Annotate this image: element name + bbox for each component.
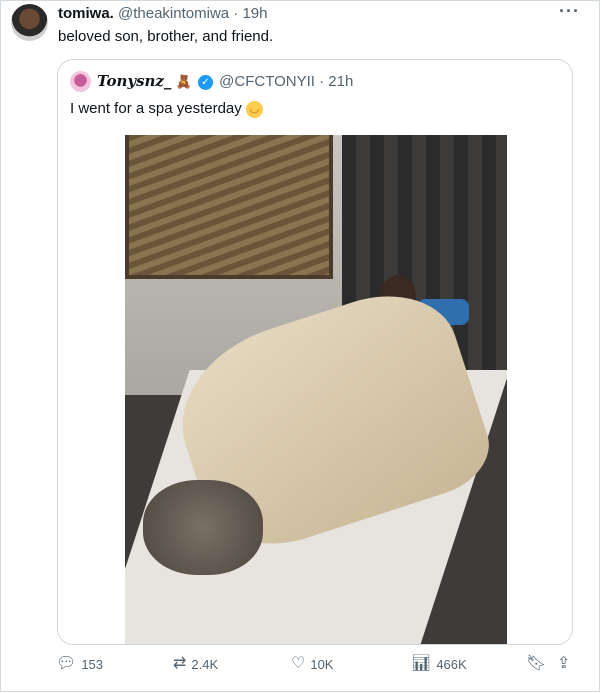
more-icon[interactable]: ··· [559, 1, 580, 22]
quote-text-row: I went for a spa yesterday ◡ [70, 100, 263, 118]
bookmark-button[interactable]: 🔖︎ [526, 656, 546, 672]
retweet-button[interactable]: ⇄ 2.4K [173, 656, 218, 672]
author-avatar[interactable] [11, 4, 48, 41]
like-count: 10K [310, 656, 334, 672]
like-button[interactable]: ♡ 10K [291, 656, 333, 672]
quote-header: Tonysnz_ 🧸 ✓ @CFCTONYII · 21h [97, 72, 354, 90]
view-count: 466K [436, 656, 467, 672]
tweet-header: tomiwa. @theakintomiwa · 19h [58, 5, 268, 22]
verified-icon: ✓ [197, 74, 213, 90]
reply-button[interactable]: 💬︎ 153 [56, 656, 103, 672]
share-icon: ⇪ [557, 655, 571, 672]
author-name[interactable]: tomiwa. [58, 5, 114, 22]
quote-author-avatar [70, 71, 91, 92]
share-button[interactable]: ⇪ [557, 656, 570, 672]
like-icon: ♡ [291, 655, 306, 672]
quote-author-name: Tonysnz_ [97, 72, 172, 90]
quote-media-image[interactable] [125, 135, 507, 644]
action-bar: 💬︎ 153 ⇄ 2.4K ♡ 10K 📊︎ 466K 🔖︎ ⇪ [1, 656, 601, 678]
bookmark-icon: 🔖︎ [526, 655, 547, 672]
author-handle[interactable]: @theakintomiwa [118, 5, 229, 22]
tweet-time[interactable]: 19h [242, 5, 267, 22]
retweet-icon: ⇄ [173, 655, 187, 672]
tweet-text: beloved son, brother, and friend. [58, 28, 274, 45]
thatch-window [125, 135, 333, 279]
smiling-face-icon: ◡ [245, 100, 263, 118]
quote-author-handle: @CFCTONYII [219, 73, 315, 90]
reply-count: 153 [81, 656, 104, 672]
tweet-card[interactable]: tomiwa. @theakintomiwa · 19h ··· beloved… [0, 0, 600, 692]
quoted-tweet[interactable]: Tonysnz_ 🧸 ✓ @CFCTONYII · 21h I went for… [57, 59, 573, 645]
fur-rug [143, 480, 263, 575]
retweet-count: 2.4K [191, 656, 219, 672]
quote-text: I went for a spa yesterday [70, 100, 242, 117]
views-icon: 📊︎ [411, 655, 432, 672]
reply-icon: 💬︎ [56, 655, 77, 672]
teddy-bear-icon: 🧸 [175, 74, 192, 89]
views-button[interactable]: 📊︎ 466K [411, 656, 467, 672]
quote-time: 21h [328, 73, 354, 90]
